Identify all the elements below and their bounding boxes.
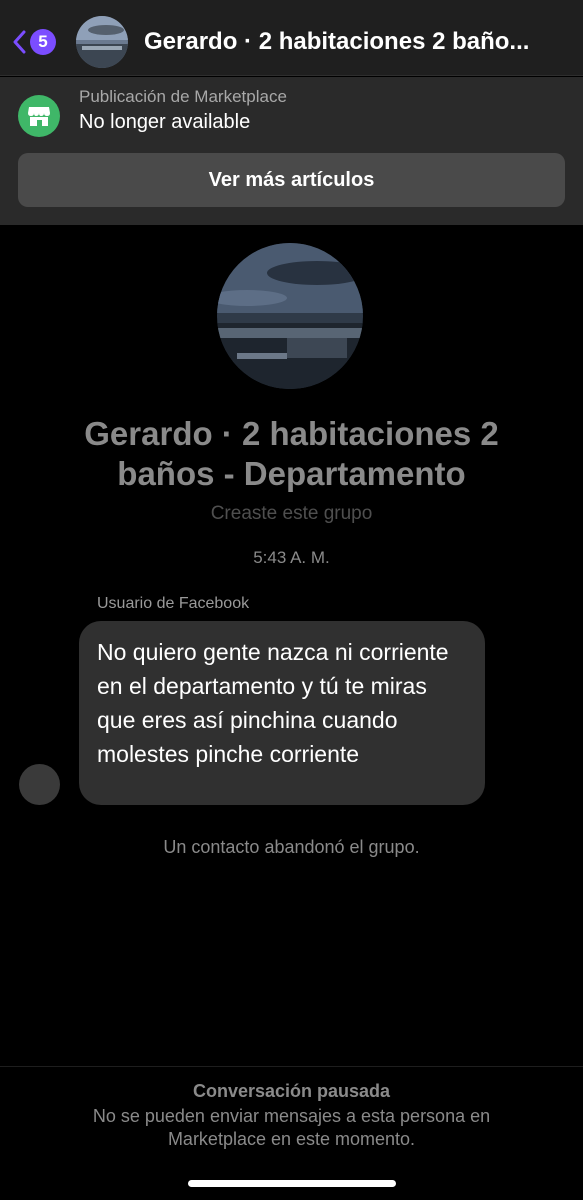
landscape-photo [217,243,363,389]
group-avatar [217,243,363,389]
system-message: Un contacto abandonó el grupo. [163,837,420,857]
marketplace-banner: Publicación de Marketplace No longer ava… [0,77,583,225]
listing-status: No longer available [79,111,251,133]
chevron-left-icon [13,30,26,54]
landscape-photo [76,16,128,68]
group-subtitle: Creaste este grupo [210,503,373,524]
footer-text: No se pueden enviar mensajes a esta pers… [92,1106,491,1149]
unread-count-badge: 5 [30,29,56,55]
avatar[interactable] [19,764,60,805]
sender-name: Usuario de Facebook [97,595,250,612]
see-more-items-button[interactable]: Ver más artículos [18,153,565,207]
message-timestamp: 5:43 A. M. [253,548,330,567]
conversation-header: 5 Gerardo · 2 habitaciones 2 baño... [0,0,583,76]
home-indicator[interactable] [188,1180,396,1187]
back-button[interactable]: 5 [12,28,62,56]
store-icon [18,95,60,137]
marketplace-label: Publicación de Marketplace [79,87,287,106]
conversation-title[interactable]: Gerardo · 2 habitaciones 2 baño... [144,28,574,56]
group-name: Gerardo · 2 habitaciones 2 baños - Depar… [84,415,499,492]
group-avatar-small[interactable] [76,16,128,68]
message-bubble[interactable]: No quiero gente nazca ni corriente en el… [79,621,485,805]
footer-title: Conversación pausada [192,1081,391,1101]
